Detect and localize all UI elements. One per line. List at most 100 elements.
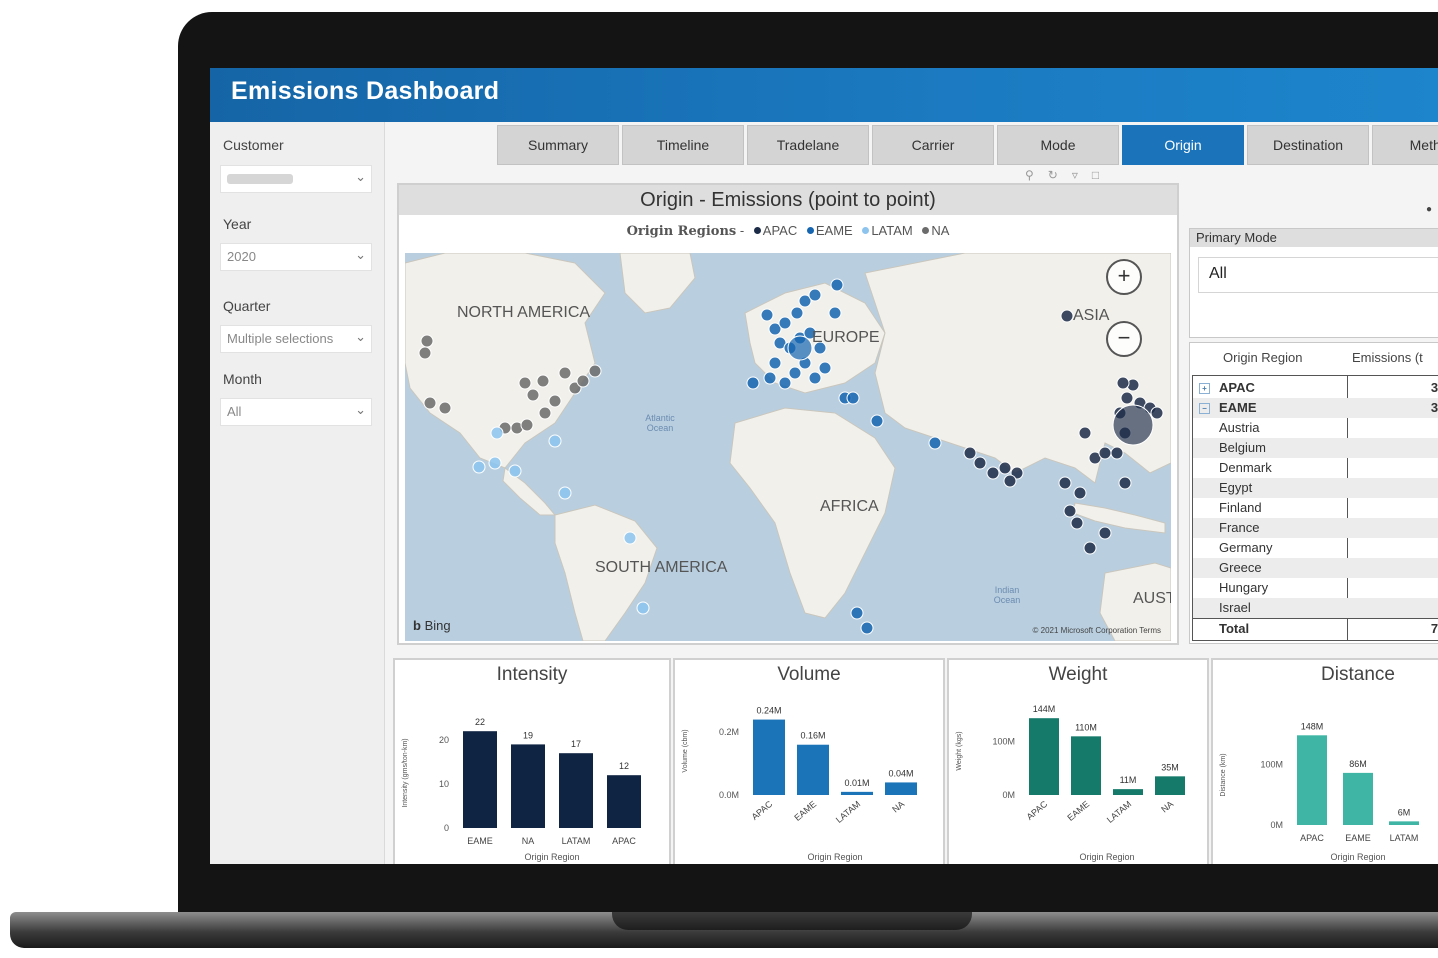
- year-filter-select[interactable]: 2020 ⌄: [220, 243, 372, 271]
- primary-mode-label: Primary Mode: [1190, 229, 1438, 247]
- tab-mode[interactable]: Mode: [997, 125, 1119, 165]
- quarter-filter-value: Multiple selections: [227, 331, 334, 346]
- y-axis-label: Weight (kgs): [956, 731, 963, 770]
- collapse-icon[interactable]: −: [1199, 403, 1210, 414]
- map-point-eame: [760, 308, 774, 322]
- bar: [841, 791, 873, 795]
- bar-value-label: 17: [571, 739, 581, 749]
- table-row[interactable]: +APAC32,: [1193, 378, 1438, 398]
- tab-method[interactable]: Method: [1372, 125, 1438, 165]
- bar: [753, 719, 785, 795]
- x-tick-label: LATAM: [834, 799, 862, 825]
- map-point-na: [418, 346, 432, 360]
- tab-summary[interactable]: Summary: [497, 125, 619, 165]
- label-north-america: NORTH AMERICA: [457, 304, 591, 321]
- tab-carrier[interactable]: Carrier: [872, 125, 994, 165]
- map-canvas[interactable]: NORTH AMERICA EUROPE ASIA AFRICA SOUTH A…: [405, 253, 1171, 641]
- tab-tradelane[interactable]: Tradelane: [747, 125, 869, 165]
- tab-destination[interactable]: Destination: [1247, 125, 1369, 165]
- bar: [559, 753, 593, 828]
- zoom-out-button[interactable]: −: [1106, 321, 1142, 357]
- label-indian-ocean: Indian Ocean: [993, 585, 1021, 605]
- x-axis-label: Origin Region: [807, 852, 862, 862]
- dashboard-screen: Emissions Dashboard Customer ⌄ Year 2020…: [210, 68, 1438, 864]
- expand-icon[interactable]: +: [1199, 383, 1210, 394]
- legend-na: NA: [931, 223, 950, 238]
- map-point-na: [520, 418, 534, 432]
- legend-dot-apac: [753, 227, 761, 234]
- primary-mode-select[interactable]: All: [1198, 257, 1438, 293]
- chevron-down-icon: ⌄: [355, 247, 366, 262]
- bar: [607, 775, 641, 828]
- customer-filter-select[interactable]: ⌄: [220, 165, 372, 193]
- bar: [1389, 821, 1419, 825]
- map-point-apac: [1063, 504, 1077, 518]
- weight-chart-svg: 0M 100M Weight (kgs) 144M APAC 110M EAME 11M LAT…: [956, 704, 1185, 862]
- bar: [1029, 718, 1059, 795]
- bar-value-label: 22: [475, 717, 485, 727]
- primary-mode-value: All: [1209, 265, 1227, 282]
- x-axis-label: Origin Region: [524, 852, 579, 862]
- x-tick-label: LATAM: [1105, 799, 1133, 825]
- map-point-latam: [636, 601, 650, 615]
- map-point-latam: [548, 434, 562, 448]
- tab-origin[interactable]: Origin: [1122, 125, 1244, 165]
- table-row: Germany: [1219, 540, 1273, 555]
- map-point-apac: [1120, 391, 1134, 405]
- y-axis-label: Distance (km): [1220, 753, 1227, 796]
- tab-timeline[interactable]: Timeline: [622, 125, 744, 165]
- map-point-eame: [860, 621, 874, 635]
- intensity-chart: Intensity 0 10 20 Intensity (gms/ton-km) 22 E…: [393, 658, 671, 864]
- table-row: Finland: [1219, 500, 1262, 515]
- map-point-na: [536, 374, 550, 388]
- app-title: Emissions Dashboard: [231, 77, 500, 105]
- bar-value-label: 110M: [1075, 722, 1097, 732]
- bar: [885, 782, 917, 795]
- y-tick-label: 100M: [992, 737, 1015, 747]
- map-point-latam: [488, 456, 502, 470]
- visual-header-icons[interactable]: ⚲↻▿□: [1025, 168, 1113, 182]
- x-tick-label: APAC: [612, 836, 636, 846]
- map-point-apac: [973, 456, 987, 470]
- label-south-america: SOUTH AMERICA: [595, 559, 728, 576]
- bar: [1155, 776, 1185, 795]
- bar-value-label: 0.16M: [800, 731, 825, 741]
- y-axis-label: Volume (cbm): [682, 729, 689, 772]
- col-header-emissions[interactable]: Emissions (t: [1352, 343, 1423, 373]
- chevron-down-icon: ⌄: [355, 402, 366, 417]
- quarter-filter-label: Quarter: [223, 298, 271, 314]
- zoom-in-button[interactable]: +: [1106, 259, 1142, 295]
- x-tick-label: EAME: [792, 799, 818, 823]
- map-point-apac: [1078, 426, 1092, 440]
- map-point-eame: [830, 278, 844, 292]
- laptop-bezel: [178, 864, 1438, 912]
- bar: [1113, 789, 1143, 795]
- map-point-apac: [1070, 516, 1084, 530]
- landmass-north-america: [405, 253, 606, 469]
- bar-value-label: 148M: [1301, 721, 1324, 731]
- legend-title: Origin Regions: [626, 224, 737, 239]
- y-tick-label: 0.0M: [719, 790, 739, 800]
- map-point-apac: [1098, 526, 1112, 540]
- bar: [1297, 735, 1327, 825]
- blurred-customer-name: [227, 174, 293, 184]
- map-point-apac: [1110, 446, 1124, 460]
- table-row: Greece: [1193, 558, 1438, 578]
- bar-value-label: 144M: [1033, 704, 1056, 714]
- quarter-filter-select[interactable]: Multiple selections ⌄: [220, 325, 372, 353]
- x-tick-label: APAC: [1300, 833, 1324, 843]
- map-point-eame: [763, 371, 777, 385]
- legend-apac: APAC: [762, 223, 798, 238]
- table-row: Belgium2,: [1193, 438, 1438, 458]
- col-header-origin-region[interactable]: Origin Region: [1223, 343, 1303, 373]
- map-point-apac: [1003, 474, 1017, 488]
- y-axis-label: Intensity (gms/ton-km): [402, 738, 409, 807]
- map-point-na: [576, 374, 590, 388]
- visual-corner-marker: ●: [1426, 204, 1433, 215]
- bar-value-label: 35M: [1161, 762, 1179, 772]
- table-row[interactable]: −EAME30,: [1193, 398, 1438, 418]
- month-filter-select[interactable]: All ⌄: [220, 398, 372, 426]
- label-europe: EUROPE: [812, 329, 880, 346]
- primary-mode-slicer: Primary Mode All: [1189, 228, 1438, 338]
- table-body: +APAC32, −EAME30, Austria Belgium2, Denm…: [1192, 375, 1438, 641]
